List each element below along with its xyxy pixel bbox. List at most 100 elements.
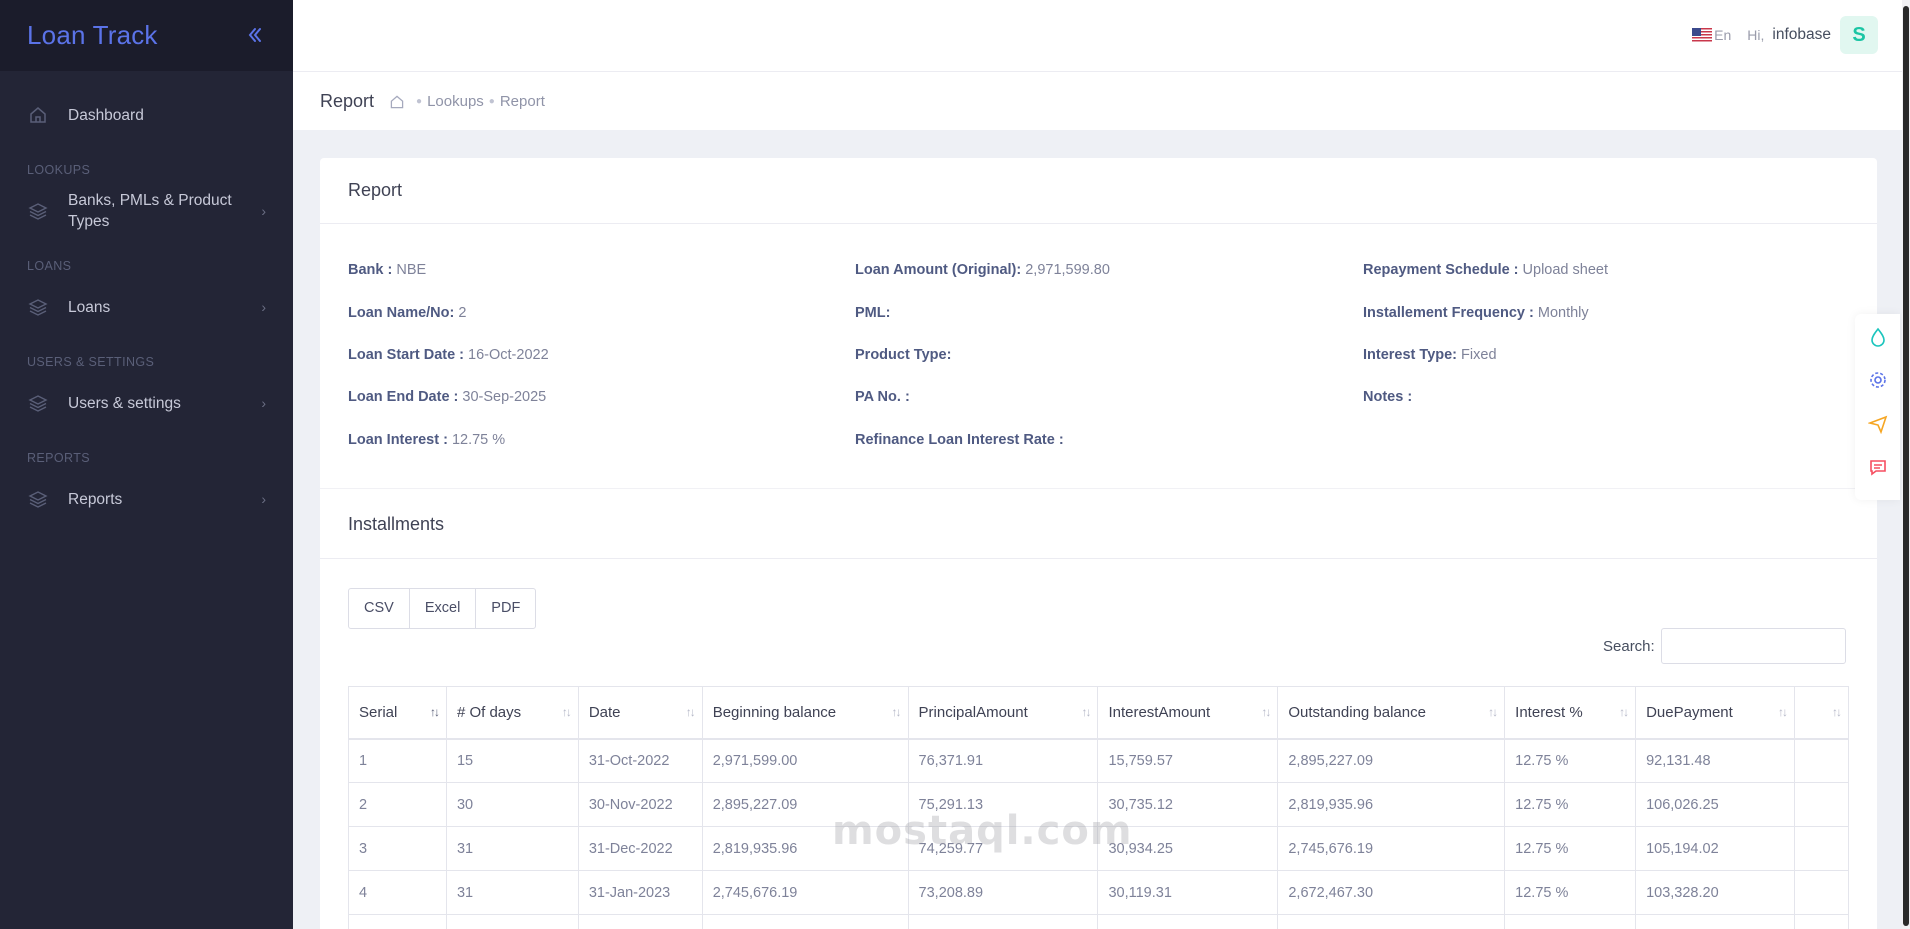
- sort-icon: ↑↓: [891, 705, 902, 719]
- table-header-row: Serial ↑↓ # Of days ↑↓ Date ↑↓ Beginning ba…: [348, 686, 1849, 740]
- table-cell: 2,971,599.00: [701, 738, 909, 783]
- table-cell: 2,745,676.19: [1277, 826, 1506, 871]
- sidebar-item-label: Dashboard: [68, 106, 144, 124]
- export-excel-button[interactable]: Excel: [410, 589, 477, 628]
- table-cell: [1504, 914, 1637, 929]
- send-icon[interactable]: [1867, 413, 1889, 435]
- col-days[interactable]: # Of days ↑↓: [445, 686, 579, 740]
- watermark: mostaql.com: [832, 808, 1133, 854]
- field-bank: Bank : NBE: [348, 262, 427, 278]
- table-cell: 30,119.31: [1097, 870, 1279, 915]
- search-label: Search:: [1603, 637, 1655, 655]
- export-buttons: CSV Excel PDF: [348, 588, 537, 629]
- table-cell: [701, 914, 909, 929]
- search-input[interactable]: [1660, 628, 1846, 664]
- user-area: En Hi, infobase S: [1692, 16, 1878, 54]
- chat-icon[interactable]: [1867, 457, 1889, 479]
- scrollbar-thumb[interactable]: [1903, 6, 1909, 926]
- field-loan-amount: Loan Amount (Original): 2,971,599.80: [855, 262, 1110, 278]
- table-cell: 31-Oct-2022: [577, 738, 703, 783]
- col-beginning-balance[interactable]: Beginning balance ↑↓: [701, 686, 909, 740]
- sort-icon: ↑↓: [1488, 705, 1498, 719]
- sidebar-item-label: Users & settings: [68, 394, 181, 412]
- us-flag-icon[interactable]: [1692, 27, 1713, 43]
- field-loan-name: Loan Name/No: 2: [348, 305, 467, 321]
- table-cell: 2: [348, 782, 447, 827]
- breadcrumb-separator: ●: [488, 96, 495, 107]
- table-cell: [1635, 914, 1795, 929]
- report-details: Bank : NBE Loan Name/No: 2 Loan Start Da…: [320, 224, 1877, 488]
- table-cell: 30-Nov-2022: [577, 782, 703, 827]
- field-pml: PML:: [855, 305, 891, 321]
- table-cell: 106,026.25: [1635, 782, 1795, 827]
- table-cell: 2,745,676.19: [701, 870, 909, 915]
- table-cell: [577, 914, 703, 929]
- table-row: 1 15 31-Oct-2022 2,971,599.00 76,371.91 15,75…: [348, 738, 1849, 783]
- col-interest-amount[interactable]: InterestAmount ↑↓: [1097, 686, 1279, 740]
- table-cell: [445, 914, 579, 929]
- layers-icon: [27, 488, 49, 510]
- table-row: [348, 914, 1849, 929]
- sort-icon: ↑↓: [561, 705, 572, 719]
- col-due-payment[interactable]: DuePayment ↑↓: [1635, 686, 1795, 740]
- sort-icon: ↑↓: [685, 705, 696, 719]
- table-cell: 105,194.02: [1635, 826, 1795, 871]
- sidebar-item-dashboard[interactable]: Dashboard: [0, 95, 293, 135]
- sort-icon: ↑↓: [1832, 705, 1842, 719]
- field-loan-end: Loan End Date : 30-Sep-2025: [348, 389, 547, 405]
- sidebar: Loan Track Dashboard LOOKUPS Banks, PMLs…: [0, 0, 293, 929]
- table-cell: 12.75 %: [1504, 738, 1637, 783]
- sidebar-item-users-settings[interactable]: Users & settings ›: [0, 383, 293, 423]
- page-scrollbar[interactable]: [1902, 0, 1910, 929]
- table-cell: [1097, 914, 1279, 929]
- field-loan-interest: Loan Interest : 12.75 %: [348, 432, 506, 448]
- table-cell: 15,759.57: [1097, 738, 1279, 783]
- col-interest-percent[interactable]: Interest % ↑↓: [1504, 686, 1637, 740]
- table-cell: 12.75 %: [1504, 826, 1637, 871]
- sort-icon: ↑↓: [1619, 705, 1629, 719]
- breadcrumb-lookups[interactable]: Lookups: [427, 93, 484, 110]
- sort-icon: ↑↓: [1261, 705, 1271, 719]
- page-title: Report: [320, 91, 375, 111]
- table-search: Search:: [1603, 628, 1846, 664]
- table-cell: 31: [445, 870, 579, 915]
- sidebar-item-label: Loans: [68, 298, 111, 316]
- sidebar-item-label: Banks, PMLs & Product Types: [68, 192, 232, 230]
- app-logo[interactable]: Loan Track: [27, 20, 158, 51]
- col-actions[interactable]: ↑↓: [1794, 686, 1849, 740]
- username[interactable]: infobase: [1772, 26, 1831, 44]
- subheader: Report ● Lookups ● Report: [293, 72, 1910, 130]
- avatar[interactable]: S: [1840, 16, 1878, 54]
- sort-icon: ↑↓: [1081, 705, 1091, 719]
- table-cell: 2,672,467.30: [1277, 870, 1506, 915]
- installments-title: Installments: [320, 488, 1877, 559]
- col-outstanding-balance[interactable]: Outstanding balance ↑↓: [1277, 686, 1506, 740]
- breadcrumb-separator: ●: [416, 96, 423, 107]
- sidebar-item-loans[interactable]: Loans ›: [0, 287, 293, 327]
- col-date[interactable]: Date ↑↓: [577, 686, 703, 740]
- export-csv-button[interactable]: CSV: [349, 589, 410, 628]
- sidebar-header: Loan Track: [0, 0, 293, 71]
- table-cell: 2,895,227.09: [1277, 738, 1506, 783]
- sidebar-item-banks[interactable]: Banks, PMLs & Product Types ›: [0, 189, 293, 233]
- collapse-sidebar-icon[interactable]: [245, 23, 265, 49]
- col-serial[interactable]: Serial ↑↓: [348, 686, 447, 740]
- breadcrumb-report[interactable]: Report: [500, 93, 545, 110]
- export-pdf-button[interactable]: PDF: [476, 589, 535, 628]
- drop-icon[interactable]: [1867, 326, 1889, 348]
- field-product-type: Product Type:: [855, 347, 952, 363]
- sidebar-item-reports[interactable]: Reports ›: [0, 479, 293, 519]
- gear-icon[interactable]: [1867, 370, 1889, 392]
- table-cell: 2,819,935.96: [1277, 782, 1506, 827]
- section-reports: REPORTS: [27, 451, 90, 465]
- home-icon[interactable]: [389, 94, 405, 110]
- section-lookups: LOOKUPS: [27, 163, 91, 177]
- chevron-right-icon: ›: [261, 491, 266, 507]
- section-loans: LOANS: [27, 259, 72, 273]
- home-icon: [27, 104, 49, 126]
- layers-icon: [27, 200, 49, 222]
- col-principal-amount[interactable]: PrincipalAmount ↑↓: [907, 686, 1099, 740]
- language-selector[interactable]: En: [1714, 27, 1731, 43]
- table-cell: 76,371.91: [907, 738, 1099, 783]
- table-cell: [1794, 914, 1849, 929]
